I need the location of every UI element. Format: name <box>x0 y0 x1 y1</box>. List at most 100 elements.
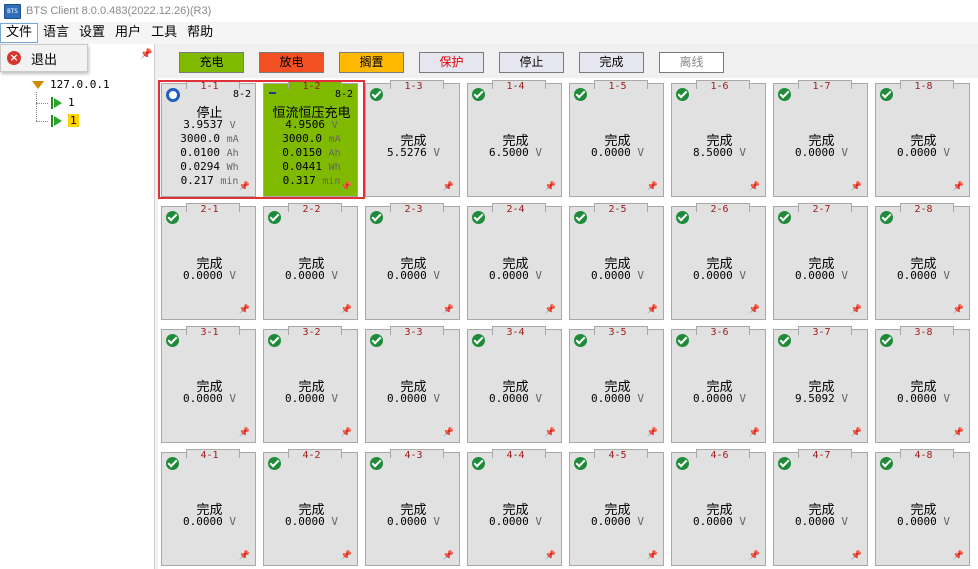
expand-triangle-icon[interactable] <box>32 80 44 89</box>
menu-file[interactable]: 文件 <box>0 23 39 43</box>
channel-cell-3-5[interactable]: 3-5 完成 0.0000 V 📌 <box>569 326 664 443</box>
channel-cell-3-3[interactable]: 3-3 完成 0.0000 V 📌 <box>365 326 461 443</box>
channel-cell-2-7[interactable]: 2-7 完成 0.0000 V 📌 <box>773 203 868 320</box>
channel-cell-2-4[interactable]: 2-4 完成 0.0000 V 📌 <box>467 203 562 320</box>
channel-cell-2-3[interactable]: 2-3 完成 0.0000 V 📌 <box>365 203 460 320</box>
capacity-reading: 0.0150 Ah <box>264 146 359 159</box>
pin-icon[interactable]: 📌 <box>443 182 454 192</box>
pin-icon[interactable]: 📌 <box>341 305 352 315</box>
menu-user[interactable]: 用户 <box>110 23 146 43</box>
pin-icon[interactable]: 📌 <box>851 305 862 315</box>
pin-icon[interactable]: 📌 <box>341 428 352 438</box>
pin-icon[interactable]: 📌 <box>647 182 658 192</box>
channel-cell-2-8[interactable]: 2-8 完成 0.0000 V 📌 <box>875 203 970 320</box>
menu-tools[interactable]: 工具 <box>146 23 182 43</box>
channel-cell-4-7[interactable]: 4-7 完成 0.0000 V 📌 <box>773 449 868 566</box>
step-code: 8-2 <box>334 89 353 100</box>
tree-connector <box>36 92 37 121</box>
device-flag-icon <box>50 114 62 127</box>
legend-4: 停止 <box>499 52 564 73</box>
menu-language[interactable]: 语言 <box>38 23 74 43</box>
menu-help[interactable]: 帮助 <box>182 23 218 43</box>
channel-cell-4-8[interactable]: 4-8 完成 0.0000 V 📌 <box>875 449 970 566</box>
menu-settings[interactable]: 设置 <box>74 23 110 43</box>
time-reading-unit: min <box>322 176 341 187</box>
pin-icon[interactable]: 📌 <box>749 428 760 438</box>
tree-node-server[interactable]: 127.0.0.1 <box>32 78 110 91</box>
channel-cell-3-7[interactable]: 3-7 完成 9.5092 V 📌 <box>773 326 868 443</box>
channel-cell-4-6[interactable]: 4-6 完成 0.0000 V 📌 <box>671 449 766 566</box>
pin-icon[interactable]: 📌 <box>443 428 454 438</box>
pin-icon[interactable]: 📌 <box>545 551 556 561</box>
pin-icon[interactable]: 📌 <box>749 551 760 561</box>
capacity-reading: 0.0100 Ah <box>162 146 257 159</box>
pin-icon[interactable]: 📌 <box>647 551 658 561</box>
channel-cell-1-3[interactable]: 1-3 完成 5.5276 V 📌 <box>365 80 460 197</box>
channel-cell-1-6[interactable]: 1-6 完成 8.5000 V 📌 <box>671 80 766 197</box>
channel-cell-2-6[interactable]: 2-6 完成 0.0000 V 📌 <box>671 203 766 320</box>
channel-cell-4-4[interactable]: 4-4 完成 0.0000 V 📌 <box>467 449 563 566</box>
channel-cell-1-5[interactable]: 1-5 完成 0.0000 V 📌 <box>569 80 664 197</box>
channel-cell-4-2[interactable]: 4-2 完成 0.0000 V 📌 <box>263 449 358 566</box>
tree-node-device-2[interactable]: 1 <box>50 114 79 127</box>
pin-icon[interactable]: 📌 <box>545 428 556 438</box>
pin-icon[interactable]: 📌 <box>140 49 152 60</box>
pin-icon[interactable]: 📌 <box>953 551 964 561</box>
pin-icon[interactable]: 📌 <box>239 305 250 315</box>
channel-cell-2-2[interactable]: 2-2 完成 0.0000 V 📌 <box>263 203 358 320</box>
voltage-reading: 3.9537 V <box>162 118 257 131</box>
channel-cell-3-4[interactable]: 3-4 完成 0.0000 V 📌 <box>467 326 562 443</box>
pin-icon[interactable]: 📌 <box>953 182 964 192</box>
pin-icon[interactable]: 📌 <box>341 182 352 192</box>
tree-node-label: 1 <box>68 114 79 127</box>
pin-icon[interactable]: 📌 <box>851 182 862 192</box>
step-code: 8-2 <box>232 89 251 100</box>
pin-icon[interactable]: 📌 <box>749 305 760 315</box>
pin-icon[interactable]: 📌 <box>953 428 964 438</box>
pin-icon[interactable]: 📌 <box>851 551 862 561</box>
voltage-value: 0.0000 <box>795 146 835 159</box>
pin-icon[interactable]: 📌 <box>341 551 352 561</box>
voltage-reading: 0.0000 V <box>672 392 767 405</box>
complete-check-icon <box>370 457 383 470</box>
channel-cell-1-7[interactable]: 1-7 完成 0.0000 V 📌 <box>773 80 868 197</box>
pin-icon[interactable]: 📌 <box>749 182 760 192</box>
channel-cell-2-1[interactable]: 2-1 完成 0.0000 V 📌 <box>161 203 256 320</box>
voltage-reading: 0.0000 V <box>162 515 257 528</box>
channel-cell-1-2[interactable]: 1-2 8-2 恒流恒压充电 4.9506 V 3000.0 mA 0.0150 Ah 0.… <box>263 80 359 197</box>
pin-icon[interactable]: 📌 <box>443 551 454 561</box>
channel-cell-4-3[interactable]: 4-3 完成 0.0000 V 📌 <box>365 449 460 566</box>
channel-cell-1-1[interactable]: 1-1 8-2 停止 3.9537 V 3000.0 mA 0.0100 Ah 0.0294… <box>161 80 257 197</box>
pin-icon[interactable]: 📌 <box>647 428 658 438</box>
voltage-value: 0.0000 <box>591 146 631 159</box>
complete-check-icon <box>574 211 587 224</box>
voltage-unit: V <box>433 146 440 159</box>
pin-icon[interactable]: 📌 <box>545 182 556 192</box>
voltage-value: 0.0000 <box>489 515 529 528</box>
channel-cell-3-2[interactable]: 3-2 完成 0.0000 V 📌 <box>263 326 358 443</box>
pin-icon[interactable]: 📌 <box>545 305 556 315</box>
channel-cell-2-5[interactable]: 2-5 完成 0.0000 V 📌 <box>569 203 664 320</box>
pin-icon[interactable]: 📌 <box>443 305 454 315</box>
pin-icon[interactable]: 📌 <box>239 551 250 561</box>
voltage-unit: V <box>739 515 746 528</box>
channel-cell-3-8[interactable]: 3-8 完成 0.0000 V 📌 <box>875 326 970 443</box>
channel-cell-3-1[interactable]: 3-1 完成 0.0000 V 📌 <box>161 326 256 443</box>
voltage-reading-value: 4.9506 <box>285 118 326 131</box>
voltage-reading: 0.0000 V <box>468 515 563 528</box>
voltage-reading: 0.0000 V <box>366 392 461 405</box>
exit-menu-item[interactable]: 退出 <box>31 49 57 68</box>
pin-icon[interactable]: 📌 <box>239 182 250 192</box>
pin-icon[interactable]: 📌 <box>851 428 862 438</box>
tree-node-device-1[interactable]: 1 <box>50 96 75 109</box>
pin-icon[interactable]: 📌 <box>647 305 658 315</box>
channel-cell-3-6[interactable]: 3-6 完成 0.0000 V 📌 <box>671 326 767 443</box>
voltage-unit: V <box>943 392 950 405</box>
voltage-unit: V <box>637 146 644 159</box>
channel-cell-1-8[interactable]: 1-8 完成 0.0000 V 📌 <box>875 80 970 197</box>
channel-cell-4-5[interactable]: 4-5 完成 0.0000 V 📌 <box>569 449 664 566</box>
channel-cell-4-1[interactable]: 4-1 完成 0.0000 V 📌 <box>161 449 257 566</box>
channel-cell-1-4[interactable]: 1-4 完成 6.5000 V 📌 <box>467 80 562 197</box>
pin-icon[interactable]: 📌 <box>239 428 250 438</box>
pin-icon[interactable]: 📌 <box>953 305 964 315</box>
